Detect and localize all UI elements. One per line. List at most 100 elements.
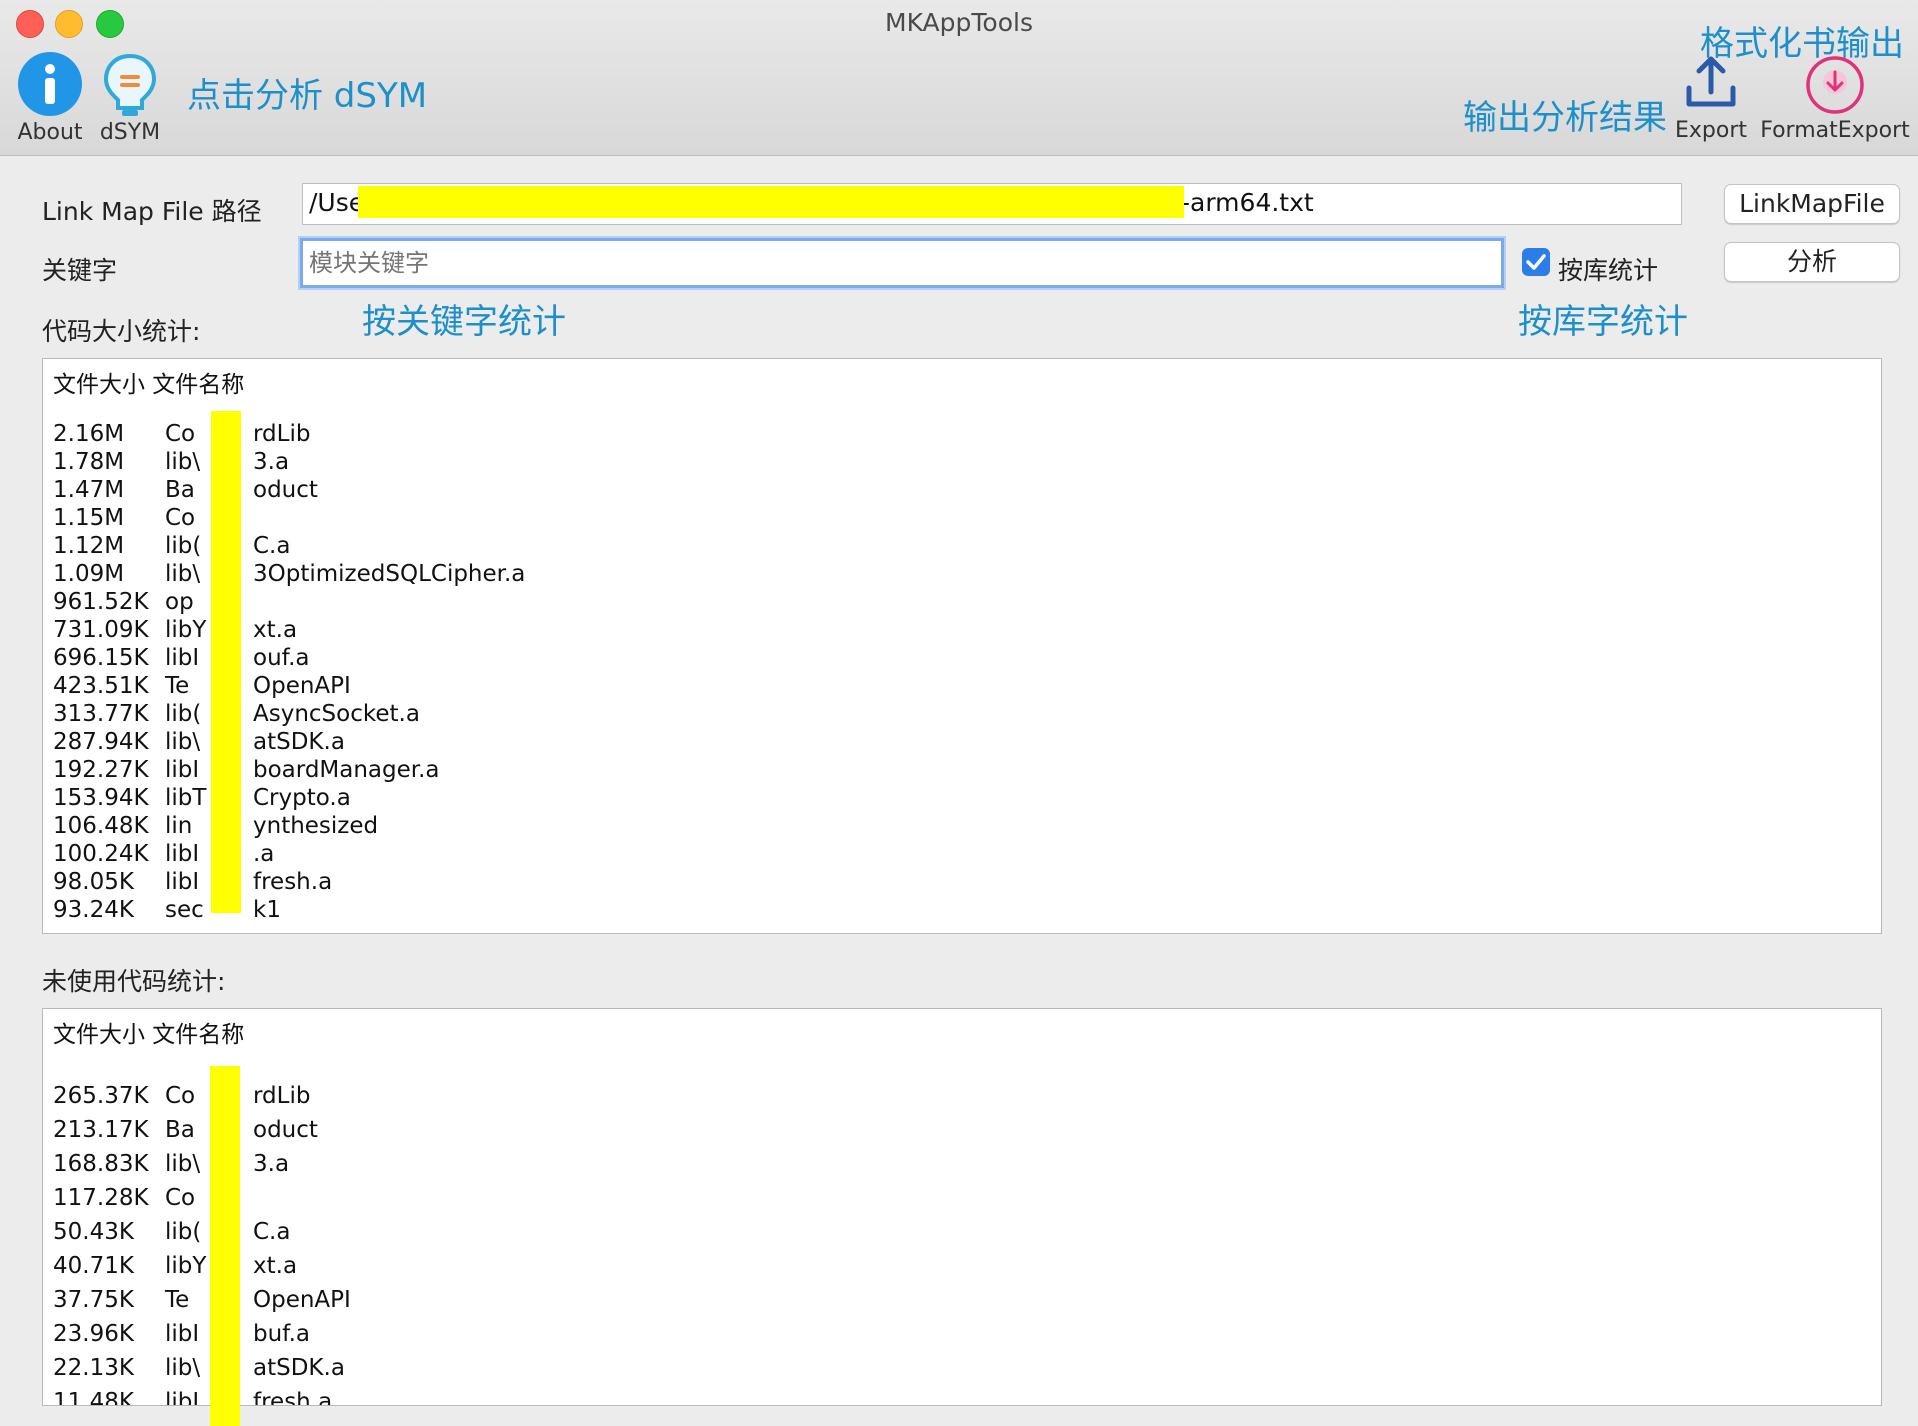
- file-size: 696.15K: [53, 645, 149, 671]
- file-size: 287.94K: [53, 729, 149, 755]
- file-name-start: Ba: [165, 477, 195, 503]
- file-size: 192.27K: [53, 757, 149, 783]
- linkmap-path-value-end: -arm64.txt: [1181, 188, 1314, 217]
- file-size: 106.48K: [53, 813, 149, 839]
- code-size-textview[interactable]: 文件大小 文件名称 2.16M Co rdLib 1.78M lib\ 3.a 1.47M B…: [42, 358, 1882, 934]
- about-toolbar-item[interactable]: About: [12, 48, 88, 148]
- file-name-end: buf.a: [253, 1321, 311, 1347]
- file-size: 40.71K: [53, 1253, 134, 1279]
- file-size: 153.94K: [53, 785, 149, 811]
- file-size: 961.52K: [53, 589, 149, 615]
- file-name-end: fresh.a: [253, 1389, 333, 1406]
- file-name-start: Co: [165, 421, 196, 447]
- file-name-start: libY: [165, 1253, 207, 1279]
- unused-code-header: 文件大小 文件名称: [53, 1022, 245, 1048]
- file-size: 313.77K: [53, 701, 149, 727]
- group-by-library-checkbox[interactable]: [1522, 248, 1550, 276]
- file-name-end: fresh.a: [253, 869, 333, 895]
- linkmap-path-label: Link Map File 路径: [42, 197, 262, 226]
- file-name-end: 3.a: [253, 449, 290, 475]
- file-name-end: 3.a: [253, 1151, 290, 1177]
- file-size: 22.13K: [53, 1355, 134, 1381]
- info-icon: [18, 52, 82, 116]
- file-name-end: C.a: [253, 533, 291, 559]
- checkmark-icon: [1526, 254, 1546, 270]
- file-size: 265.37K: [53, 1083, 149, 1109]
- file-name-start: lin: [165, 813, 193, 839]
- file-name-end: ynthesized: [253, 813, 379, 839]
- file-size: 11.48K: [53, 1389, 134, 1406]
- lightbulb-icon: [103, 53, 157, 116]
- export-annotation: 输出分析结果: [1463, 98, 1667, 138]
- file-size: 117.28K: [53, 1185, 149, 1211]
- file-name-start: lib\: [165, 1355, 201, 1381]
- code-size-title: 代码大小统计:: [42, 317, 201, 346]
- file-name-start: lib(: [165, 533, 202, 559]
- file-name-end: k1: [253, 897, 281, 923]
- file-size: 100.24K: [53, 841, 149, 867]
- file-size: 1.78M: [53, 449, 125, 475]
- keyword-input[interactable]: [300, 238, 1504, 288]
- file-name-end: boardManager.a: [253, 757, 440, 783]
- file-name-end: 3OptimizedSQLCipher.a: [253, 561, 526, 587]
- file-name-end: xt.a: [253, 617, 298, 643]
- file-name-end: OpenAPI: [253, 673, 351, 699]
- file-name-end: Crypto.a: [253, 785, 351, 811]
- redaction-bar: [210, 1066, 240, 1426]
- group-by-library-label: 按库统计: [1558, 256, 1659, 285]
- file-size: 50.43K: [53, 1219, 134, 1245]
- file-name-start: Te: [165, 673, 190, 699]
- window-title: MKAppTools: [885, 8, 1033, 37]
- file-name-start: op: [165, 589, 194, 615]
- file-name-start: libY: [165, 617, 207, 643]
- file-name-start: lib\: [165, 1151, 201, 1177]
- file-name-start: Co: [165, 1083, 196, 1109]
- analyze-button[interactable]: 分析: [1724, 242, 1900, 282]
- file-name-start: libI: [165, 841, 200, 867]
- export-toolbar-item[interactable]: Export: [1668, 52, 1754, 148]
- keyword-label: 关键字: [42, 256, 118, 285]
- file-name-start: libI: [165, 1389, 200, 1406]
- download-circle-icon: [1806, 56, 1864, 114]
- file-name-start: libT: [165, 785, 207, 811]
- file-name-end: rdLib: [253, 1083, 311, 1109]
- file-name-start: lib\: [165, 729, 201, 755]
- file-name-end: AsyncSocket.a: [253, 701, 420, 727]
- file-size: 1.15M: [53, 505, 125, 531]
- file-size: 731.09K: [53, 617, 149, 643]
- linkmap-file-button[interactable]: LinkMapFile: [1724, 184, 1900, 224]
- file-size: 23.96K: [53, 1321, 134, 1347]
- file-name-start: Ba: [165, 1117, 195, 1143]
- redaction-bar: [211, 411, 241, 913]
- file-size: 168.83K: [53, 1151, 149, 1177]
- file-size: 213.17K: [53, 1117, 149, 1143]
- file-name-start: lib(: [165, 701, 202, 727]
- file-size: 423.51K: [53, 673, 149, 699]
- file-name-end: OpenAPI: [253, 1287, 351, 1313]
- file-name-start: libI: [165, 757, 200, 783]
- file-size: 1.09M: [53, 561, 125, 587]
- file-name-end: C.a: [253, 1219, 291, 1245]
- file-name-end: oduct: [253, 477, 318, 503]
- file-name-start: sec: [165, 897, 204, 923]
- file-name-end: oduct: [253, 1117, 318, 1143]
- dsym-toolbar-item[interactable]: dSYM: [92, 48, 168, 148]
- group-annotation: 按库字统计: [1518, 302, 1688, 342]
- file-name-start: Co: [165, 505, 196, 531]
- unused-code-textview[interactable]: 文件大小 文件名称 265.37K Co rdLib 213.17K Ba oduct 16…: [42, 1008, 1882, 1406]
- file-name-end: ouf.a: [253, 645, 310, 671]
- keyword-annotation: 按关键字统计: [362, 302, 566, 342]
- format-export-toolbar-item[interactable]: FormatExport: [1758, 52, 1912, 148]
- dsym-annotation: 点击分析 dSYM: [187, 76, 428, 116]
- linkmap-path-value-start: /Use: [309, 188, 365, 217]
- file-name-start: lib\: [165, 561, 201, 587]
- file-size: 93.24K: [53, 897, 134, 923]
- file-size: 98.05K: [53, 869, 134, 895]
- file-name-start: libI: [165, 645, 200, 671]
- dsym-label: dSYM: [99, 120, 161, 145]
- file-name-start: Co: [165, 1185, 196, 1211]
- file-size: 1.12M: [53, 533, 125, 559]
- file-name-start: lib\: [165, 449, 201, 475]
- unused-code-title: 未使用代码统计:: [42, 967, 226, 996]
- file-size: 37.75K: [53, 1287, 134, 1313]
